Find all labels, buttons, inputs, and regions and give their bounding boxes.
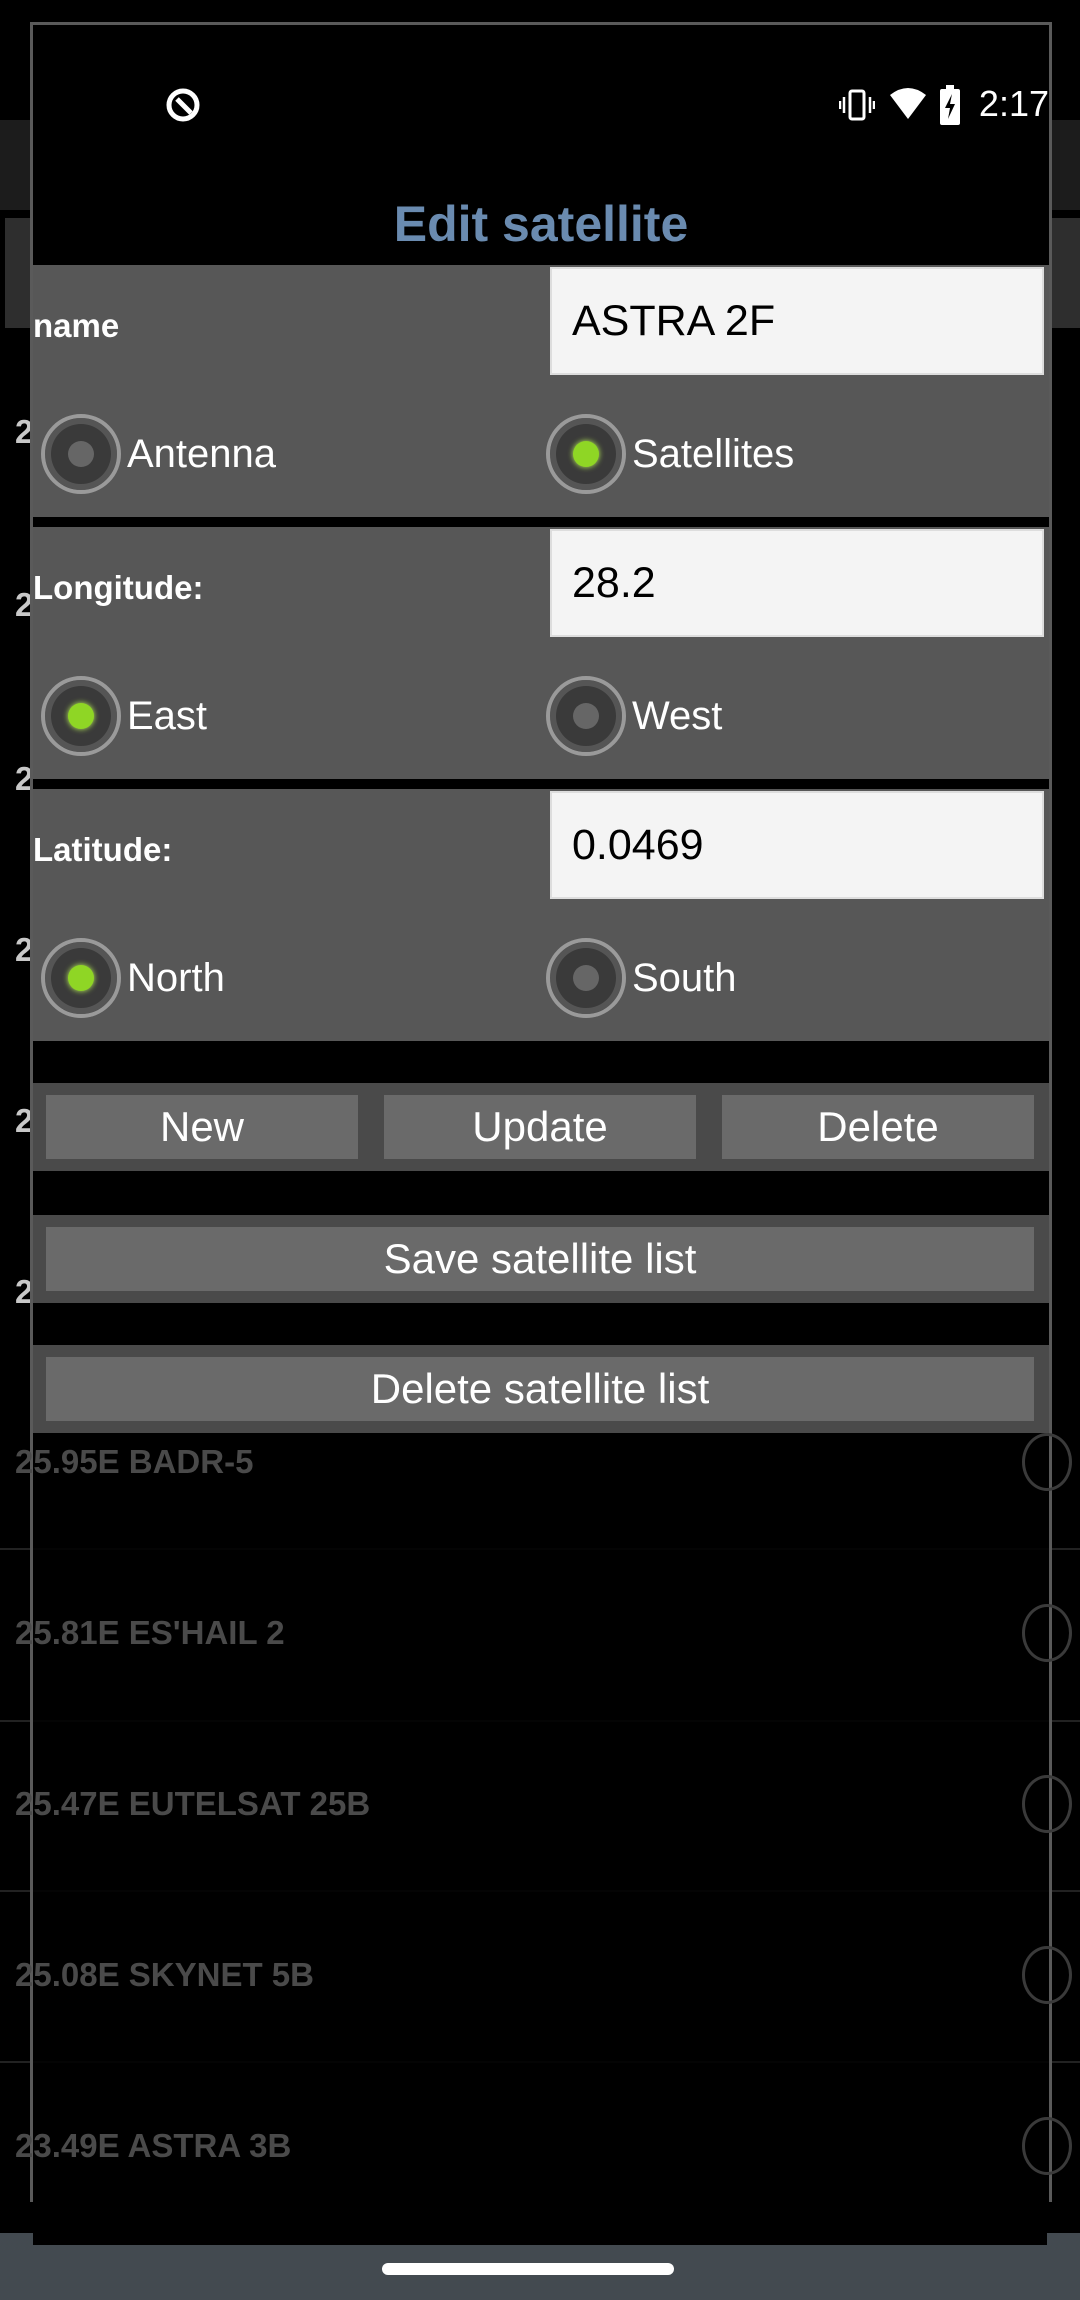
list-radio <box>1022 1775 1072 1833</box>
list-item: 25.95E BADR-5 <box>15 1443 254 1480</box>
save-satellite-list-button[interactable]: Save satellite list <box>46 1227 1034 1291</box>
radio-button-icon[interactable] <box>546 676 626 756</box>
delete-satellite-list-button[interactable]: Delete satellite list <box>46 1357 1034 1421</box>
radio-button-icon[interactable] <box>546 938 626 1018</box>
battery-charging-icon <box>940 85 960 125</box>
radio-button-icon[interactable] <box>41 938 121 1018</box>
vibrate-icon <box>839 89 875 121</box>
antenna-radio[interactable]: Antenna <box>41 414 276 494</box>
longitude-input[interactable] <box>550 529 1044 637</box>
delete-button[interactable]: Delete <box>722 1095 1034 1159</box>
list-radio <box>1022 1946 1072 2004</box>
radio-button-icon[interactable] <box>546 414 626 494</box>
save-list-panel: Save satellite list <box>33 1215 1049 1303</box>
radio-label: East <box>127 693 208 738</box>
list-radio <box>1022 2117 1072 2175</box>
radio-label: Antenna <box>127 431 277 476</box>
radio-label: Satellites <box>632 431 795 476</box>
dialog-header: 2:17 Edit satellite <box>33 25 1049 265</box>
north-radio[interactable]: North <box>41 938 225 1018</box>
radio-button-icon[interactable] <box>41 414 121 494</box>
action-buttons-panel: New Update Delete <box>33 1083 1049 1171</box>
latitude-section: Latitude: North South <box>33 789 1049 1041</box>
latitude-label: Latitude: <box>33 831 173 868</box>
new-button[interactable]: New <box>46 1095 358 1159</box>
name-input[interactable] <box>550 267 1044 375</box>
list-item: 23.49E ASTRA 3B <box>15 2127 292 2164</box>
radio-label: West <box>632 693 723 738</box>
data-saver-icon <box>166 88 200 122</box>
name-section: name Antenna Satellites <box>33 265 1049 517</box>
dialog-bottom <box>33 2200 1047 2245</box>
delete-list-panel: Delete satellite list <box>33 1345 1049 1433</box>
list-radio <box>1022 1433 1072 1491</box>
dialog-title: Edit satellite <box>393 196 689 252</box>
list-item: 25.81E ES'HAIL 2 <box>15 1614 285 1651</box>
list-item: 25.47E EUTELSAT 25B <box>15 1785 371 1822</box>
clock: 2:17 <box>978 83 1049 124</box>
name-label: name <box>33 307 120 344</box>
radio-label: South <box>632 955 737 1000</box>
latitude-input[interactable] <box>550 791 1044 899</box>
west-radio[interactable]: West <box>546 676 722 756</box>
edit-satellite-dialog: 2:17 Edit satellite name Antenna Satelli… <box>30 22 1052 2202</box>
update-button[interactable]: Update <box>384 1095 696 1159</box>
list-item: 25.08E SKYNET 5B <box>15 1956 314 1993</box>
list-radio <box>1022 1604 1072 1662</box>
radio-button-icon[interactable] <box>41 676 121 756</box>
longitude-section: Longitude: East West <box>33 527 1049 779</box>
radio-label: North <box>127 955 225 1000</box>
longitude-label: Longitude: <box>33 569 204 606</box>
satellites-radio[interactable]: Satellites <box>546 414 794 494</box>
home-gesture-handle[interactable] <box>382 2263 674 2275</box>
status-bar: 2:17 <box>33 83 1049 127</box>
east-radio[interactable]: East <box>41 676 207 756</box>
south-radio[interactable]: South <box>546 938 737 1018</box>
wifi-icon <box>890 88 926 119</box>
